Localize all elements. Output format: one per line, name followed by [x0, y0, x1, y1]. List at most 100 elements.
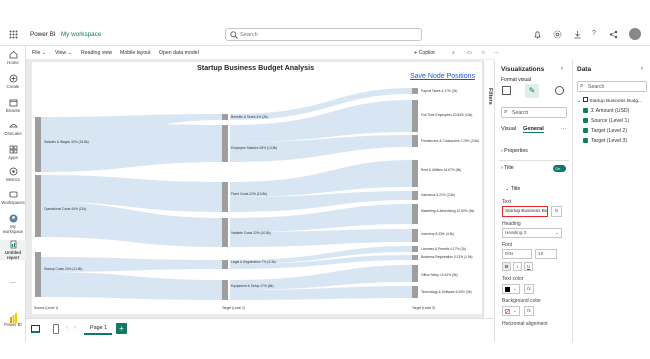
next-page-icon[interactable]: › — [74, 325, 76, 331]
rail-workspaces[interactable]: Workspaces — [0, 190, 26, 205]
fx-button[interactable]: fx — [524, 284, 534, 294]
font-size-dropdown[interactable]: 10 — [535, 249, 557, 259]
field-source-level1[interactable]: Source (Level 1) — [583, 118, 629, 124]
table-startup-budget[interactable]: ⌄ Startup Business Budg... — [577, 97, 642, 104]
node-full-time[interactable] — [412, 100, 418, 132]
app-grid-icon[interactable] — [9, 30, 18, 39]
title-section[interactable]: › Title — [501, 165, 514, 171]
settings-icon[interactable] — [553, 30, 562, 41]
reading-view-button[interactable]: Reading view — [81, 50, 112, 56]
data-search-input[interactable]: ⌕ Search — [577, 81, 647, 92]
rail-home[interactable]: Home — [0, 50, 26, 65]
field-target-level2[interactable]: Target (Level 2) — [583, 128, 627, 134]
node-salaries[interactable] — [35, 117, 41, 172]
node-freelancers[interactable] — [412, 135, 418, 147]
more-icon[interactable]: ... — [0, 278, 26, 285]
search-input[interactable]: Search — [225, 28, 422, 41]
text-color-picker[interactable]: ⌄ — [502, 284, 520, 294]
tab-visual[interactable]: Visual — [501, 126, 516, 132]
report-view-icon[interactable] — [31, 325, 40, 333]
rail-apps[interactable]: Apps — [0, 145, 26, 160]
no-color-swatch — [505, 309, 510, 314]
rail-create[interactable]: Create — [0, 74, 26, 89]
rail-metrics[interactable]: Metrics — [0, 167, 26, 182]
download-icon[interactable] — [573, 30, 582, 41]
help-icon[interactable]: ? — [592, 30, 596, 37]
fx-button[interactable]: fx — [524, 306, 534, 316]
rail-browse[interactable]: Browse — [0, 98, 26, 113]
mobile-layout-button[interactable]: Mobile layout — [120, 50, 151, 56]
open-data-model-button[interactable]: Open data model — [159, 50, 199, 56]
rail-label: Browse — [5, 108, 21, 113]
node-licenses[interactable] — [412, 246, 418, 252]
node-fixed-costs[interactable] — [222, 182, 228, 212]
tab-page-1[interactable]: Page 1 — [84, 323, 112, 335]
node-office[interactable] — [412, 265, 418, 282]
search-icon — [230, 31, 238, 41]
notification-icon[interactable] — [533, 30, 542, 41]
font-family-dropdown[interactable]: DIN — [502, 249, 532, 259]
heading-dropdown[interactable]: Heading 3 ⌄ — [502, 228, 562, 238]
sankey-visual[interactable]: Startup Business Budget Analysis Save No… — [32, 62, 482, 314]
node-insurance[interactable] — [412, 191, 418, 200]
title-text-input[interactable]: Startup Business Bu — [502, 206, 548, 217]
add-page-button[interactable]: + — [116, 323, 127, 334]
node-legal[interactable] — [222, 260, 228, 269]
analytics-icon[interactable] — [555, 86, 564, 95]
share-icon[interactable] — [609, 30, 618, 41]
rail-powerbi[interactable]: Power BI — [0, 312, 26, 327]
node-startup[interactable] — [35, 252, 41, 297]
title-toggle[interactable]: On — [553, 165, 566, 172]
title-subsection[interactable]: ⌄ Title — [505, 186, 520, 192]
collapse-data-icon[interactable]: › — [641, 66, 643, 72]
avatar[interactable] — [629, 28, 641, 40]
collapse-viz-icon[interactable]: › — [561, 66, 563, 72]
comment-icon[interactable]: ▭ — [467, 50, 472, 56]
tab-general[interactable]: General — [523, 126, 544, 133]
node-label: Legal & Registration 7% (3.3k) — [231, 260, 276, 264]
bold-button[interactable]: B — [502, 262, 511, 271]
text-color-label: Text color — [502, 276, 524, 282]
workspace-link[interactable]: My workspace — [61, 31, 101, 38]
binoculars-icon[interactable]: ⌕ — [452, 50, 455, 57]
node-rent[interactable] — [412, 160, 418, 187]
italic-button[interactable]: I — [513, 262, 522, 271]
copilot-button[interactable]: ● Copilot — [414, 50, 435, 56]
filters-pane-collapsed[interactable]: Filters — [483, 60, 494, 318]
node-marketing[interactable] — [412, 204, 418, 224]
rail-my-workspace[interactable]: My workspace — [0, 214, 26, 234]
viz-search-input[interactable]: ⌕ Search — [501, 107, 567, 118]
field-amount[interactable]: Σ Amount (USD) — [583, 108, 629, 114]
toggle-label: On — [555, 165, 561, 171]
bookmark-icon[interactable]: ☆ — [481, 50, 486, 56]
view-menu[interactable]: View ⌄ — [55, 50, 72, 56]
node-technology[interactable] — [412, 286, 418, 298]
fx-button[interactable]: fx — [551, 206, 562, 217]
node-inventory[interactable] — [412, 229, 418, 242]
more-options-icon[interactable]: ··· — [561, 126, 566, 132]
node-payroll-taxes[interactable] — [412, 88, 418, 94]
title-section-label: Title — [504, 165, 514, 171]
field-target-level3[interactable]: Target (Level 3) — [583, 138, 627, 144]
file-menu[interactable]: File ⌄ — [32, 50, 46, 56]
node-employee-salaries[interactable] — [222, 125, 228, 162]
rail-label: Metrics — [6, 177, 20, 182]
rail-untitled-report[interactable]: Untitled report — [0, 240, 26, 260]
format-visual-icon[interactable]: ✎ — [525, 84, 539, 98]
build-visual-icon[interactable] — [502, 86, 511, 95]
node-benefits[interactable] — [222, 114, 228, 120]
phone-view-icon[interactable] — [53, 324, 59, 334]
rail-onelake[interactable]: OneLake — [0, 121, 26, 136]
prev-page-icon[interactable]: ‹ — [66, 325, 68, 331]
brand-label[interactable]: Power BI — [30, 31, 56, 38]
node-operational[interactable] — [35, 175, 41, 237]
node-registration[interactable] — [412, 255, 418, 260]
node-variable-costs[interactable] — [222, 218, 228, 247]
powerbi-logo-icon — [9, 312, 18, 323]
rail-label: Create — [6, 84, 20, 89]
more-options-icon[interactable]: ··· — [494, 50, 499, 56]
properties-section[interactable]: › Properties — [501, 148, 528, 154]
underline-button[interactable]: U — [524, 262, 533, 271]
node-equipment[interactable] — [222, 280, 228, 300]
background-color-picker[interactable]: ⌄ — [502, 306, 520, 316]
